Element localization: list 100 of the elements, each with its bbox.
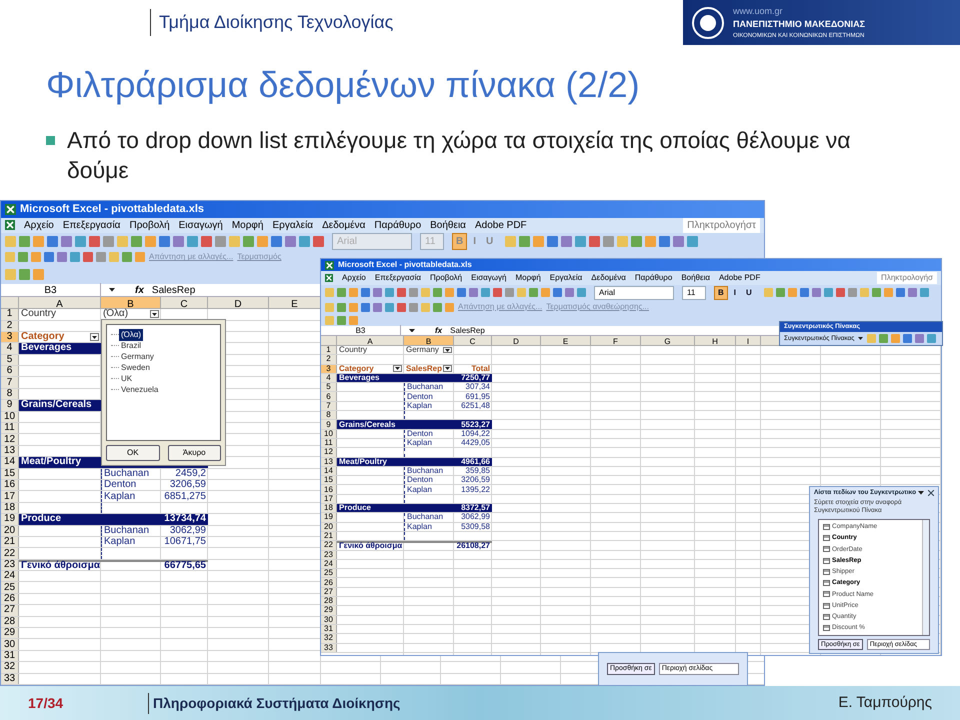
filter-option[interactable]: Venezuela xyxy=(119,384,160,396)
row-number[interactable]: 29 xyxy=(321,606,337,615)
font-size-field[interactable]: 11 xyxy=(682,286,706,300)
font-name-field[interactable]: Arial xyxy=(594,286,674,300)
menu-item[interactable]: Αρχείο xyxy=(24,218,54,232)
row-number[interactable]: 12 xyxy=(1,434,19,445)
menu-item[interactable]: Μορφή xyxy=(232,218,264,232)
row-number[interactable]: 17 xyxy=(1,491,19,502)
toolbar-icons-drawing[interactable] xyxy=(505,236,698,246)
row-number[interactable]: 23 xyxy=(1,560,19,570)
filter-option[interactable]: UK xyxy=(119,372,134,384)
row-number[interactable]: 8 xyxy=(321,411,337,420)
menu-item[interactable]: Παράθυρο xyxy=(634,272,672,284)
menu-item[interactable]: Μορφή xyxy=(515,272,541,284)
dropdown-arrow-button[interactable] xyxy=(393,365,402,372)
column-header[interactable]: D xyxy=(208,297,269,308)
toolbar-icons-drawing[interactable] xyxy=(325,288,586,297)
column-header[interactable]: G xyxy=(641,336,695,345)
row-number[interactable]: 19 xyxy=(1,514,19,525)
filter-option[interactable]: Germany xyxy=(119,350,156,362)
menu-item[interactable]: Επεξεργασία xyxy=(62,218,120,232)
row-number[interactable]: 22 xyxy=(1,548,19,559)
column-header[interactable]: D xyxy=(492,336,541,345)
row-number[interactable]: 14 xyxy=(1,457,19,468)
row-number[interactable]: 3 xyxy=(1,332,19,342)
filter-option[interactable]: Brazil xyxy=(119,340,144,352)
row-number[interactable]: 29 xyxy=(1,628,19,638)
row-number[interactable]: 26 xyxy=(321,578,337,587)
menu-item[interactable]: Δεδομένα xyxy=(591,272,626,284)
row-number[interactable]: 15 xyxy=(321,476,337,484)
scrollbar[interactable] xyxy=(922,520,929,635)
row-number[interactable]: 8 xyxy=(1,388,19,400)
row-number[interactable]: 16 xyxy=(321,485,337,494)
toolbar-icons-drawing[interactable] xyxy=(325,316,358,324)
menu-item[interactable]: Adobe PDF xyxy=(474,218,527,232)
row-number[interactable]: 32 xyxy=(1,662,19,673)
toolbar-icons-drawing[interactable] xyxy=(5,236,324,246)
menu-item[interactable]: Βοήθεια xyxy=(681,272,710,284)
row-number[interactable]: 9 xyxy=(1,400,19,411)
menu-item[interactable]: Βοήθεια xyxy=(430,218,466,232)
dialog-button[interactable]: Άκυρο xyxy=(168,445,221,461)
dialog-button[interactable]: OK xyxy=(106,445,160,461)
row-number[interactable]: 19 xyxy=(321,513,337,522)
column-header[interactable]: C xyxy=(454,336,492,345)
menu-item[interactable]: Αρχείο xyxy=(342,272,366,284)
row-number[interactable]: 18 xyxy=(1,502,19,514)
row-number[interactable]: 6 xyxy=(321,392,337,401)
row-number[interactable]: 1 xyxy=(321,346,337,354)
row-number[interactable]: 32 xyxy=(321,634,337,642)
row-number[interactable]: 28 xyxy=(1,616,19,628)
toolbar-icons-drawing[interactable] xyxy=(5,268,44,280)
row-number[interactable]: 24 xyxy=(1,571,19,582)
row-number[interactable]: 1 xyxy=(1,309,19,320)
toolbar-icons-drawing[interactable] xyxy=(5,252,145,262)
row-number[interactable]: 4 xyxy=(1,343,19,354)
row-number[interactable]: 33 xyxy=(1,674,19,684)
toolbar-icons-drawing[interactable] xyxy=(325,302,454,312)
column-header[interactable]: B xyxy=(101,297,161,308)
toolbar-icons-drawing[interactable] xyxy=(764,288,929,297)
row-number[interactable]: 15 xyxy=(1,468,19,479)
row-number[interactable]: 5 xyxy=(1,354,19,366)
row-number[interactable]: 25 xyxy=(1,582,19,593)
row-number[interactable]: 21 xyxy=(1,536,19,548)
dropdown-arrow-button[interactable] xyxy=(90,332,99,342)
row-number[interactable]: 25 xyxy=(321,569,337,578)
row-number[interactable]: 5 xyxy=(321,383,337,392)
row-number[interactable]: 31 xyxy=(1,650,19,662)
menu-item[interactable]: Εισαγωγή xyxy=(471,272,506,284)
dropdown-arrow-button[interactable] xyxy=(443,346,452,354)
row-number[interactable]: 7 xyxy=(1,377,19,388)
help-search-field[interactable]: Πληκτρολογήσ xyxy=(877,272,937,284)
column-header[interactable]: H xyxy=(695,336,736,345)
column-header[interactable]: I xyxy=(736,336,761,345)
row-number[interactable]: 27 xyxy=(1,605,19,616)
row-number[interactable]: 22 xyxy=(321,541,337,550)
menu-item[interactable]: Προβολή xyxy=(430,272,462,284)
help-search-field[interactable]: Πληκτρολογήστ xyxy=(683,218,760,232)
row-number[interactable]: 6 xyxy=(1,366,19,376)
format-button[interactable]: U xyxy=(742,286,756,300)
row-number[interactable]: 12 xyxy=(321,448,337,457)
row-number[interactable]: 9 xyxy=(321,420,337,429)
menu-item[interactable]: Δεδομένα xyxy=(322,218,366,232)
filter-option[interactable]: Sweden xyxy=(119,362,152,374)
row-number[interactable]: 10 xyxy=(1,412,19,422)
menu-item[interactable]: Επεξεργασία xyxy=(374,272,421,284)
toolbar-icons-drawing[interactable] xyxy=(867,334,936,343)
column-header[interactable]: E xyxy=(541,336,591,345)
row-number[interactable]: 2 xyxy=(321,355,337,364)
menu-item[interactable]: Εισαγωγή xyxy=(178,218,223,232)
row-number[interactable]: 11 xyxy=(1,423,19,434)
menu-item[interactable]: Adobe PDF xyxy=(718,272,760,284)
menu-item[interactable]: Εργαλεία xyxy=(272,218,314,232)
menu-item[interactable]: Εργαλεία xyxy=(550,272,582,284)
menu-item[interactable]: Παράθυρο xyxy=(374,218,422,232)
row-number[interactable]: 20 xyxy=(1,526,19,536)
row-number[interactable]: 28 xyxy=(321,597,337,606)
dropdown-arrow-button[interactable] xyxy=(443,365,452,372)
formula-field[interactable]: SalesRep xyxy=(450,324,485,336)
format-button[interactable]: B xyxy=(714,286,728,300)
row-number[interactable]: 13 xyxy=(1,446,19,456)
